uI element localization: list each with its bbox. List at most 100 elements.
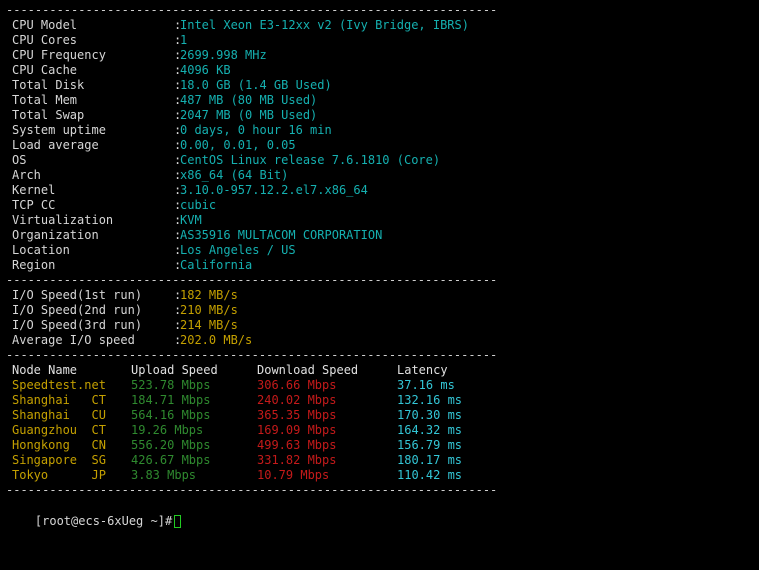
io-row: I/O Speed(2nd run):210 MB/s <box>6 303 756 318</box>
info-label: Organization <box>12 228 99 242</box>
info-value: 2047 MB (0 MB Used) <box>180 108 318 122</box>
latency: 110.42 ms <box>397 468 463 482</box>
info-value: 487 MB (80 MB Used) <box>180 93 318 107</box>
upload-speed: 523.78 Mbps <box>131 378 211 392</box>
info-row: Region: California <box>6 258 756 273</box>
info-value: 2699.998 MHz <box>180 48 267 62</box>
info-row: Organization: AS35916 MULTACOM CORPORATIO… <box>6 228 756 243</box>
info-label: Virtualization <box>12 213 114 227</box>
info-row: OS: CentOS Linux release 7.6.1810 (Core) <box>6 153 756 168</box>
info-row: CPU Frequency:2699.998 MHz <box>6 48 756 63</box>
table-row: Speedtest.net 523.78 Mbps 306.66 Mbps 37.16… <box>6 378 756 393</box>
info-value: AS35916 MULTACOM CORPORATION <box>180 228 383 242</box>
info-value: Los Angeles / US <box>180 243 296 257</box>
download-speed: 365.35 Mbps <box>257 408 337 422</box>
info-value: KVM <box>180 213 202 227</box>
upload-speed: 19.26 Mbps <box>131 423 204 437</box>
info-label: CPU Frequency <box>12 48 106 62</box>
io-row: I/O Speed(1st run):182 MB/s <box>6 288 756 303</box>
header-latency: Latency <box>397 363 448 377</box>
header-download-speed: Download Speed <box>257 363 359 377</box>
system-info-section: CPU Model: Intel Xeon E3-12xx v2 (Ivy Bri… <box>6 18 756 273</box>
cursor-icon <box>174 515 182 528</box>
shell-prompt-line[interactable]: [root@ecs-6xUeg ~]# <box>6 499 756 528</box>
download-speed: 240.02 Mbps <box>257 393 337 407</box>
separator-line: ----------------------------------------… <box>6 483 496 497</box>
table-row: Singapore SG 426.67 Mbps 331.82 Mbps 180.17… <box>6 453 756 468</box>
info-row: CPU Cores:1 <box>6 33 756 48</box>
info-label: System uptime <box>12 123 106 137</box>
table-row: Shanghai CT 184.71 Mbps 240.02 Mbps 132.16 … <box>6 393 756 408</box>
terminal-window[interactable]: ----------------------------------------… <box>6 3 756 528</box>
upload-speed: 184.71 Mbps <box>131 393 211 407</box>
io-label: Average I/O speed <box>12 333 135 347</box>
separator-line: ----------------------------------------… <box>6 3 496 17</box>
latency: 170.30 ms <box>397 408 463 422</box>
node-name: Speedtest.net <box>12 378 106 392</box>
download-speed: 169.09 Mbps <box>257 423 337 437</box>
io-value: 210 MB/s <box>180 303 238 317</box>
table-row: Tokyo JP 3.83 Mbps 10.79 Mbps 110.42 ms <box>6 468 756 483</box>
info-row: Kernel:3.10.0-957.12.2.el7.x86_64 <box>6 183 756 198</box>
upload-speed: 3.83 Mbps <box>131 468 197 482</box>
latency: 132.16 ms <box>397 393 463 407</box>
info-value: 4096 KB <box>180 63 231 77</box>
info-label: Kernel <box>12 183 56 197</box>
io-value: 214 MB/s <box>180 318 238 332</box>
header-upload-speed: Upload Speed <box>131 363 218 377</box>
table-row: Shanghai CU 564.16 Mbps 365.35 Mbps 170.30 … <box>6 408 756 423</box>
info-label: TCP CC <box>12 198 56 212</box>
io-label: I/O Speed(2nd run) <box>12 303 143 317</box>
info-row: CPU Model: Intel Xeon E3-12xx v2 (Ivy Bri… <box>6 18 756 33</box>
info-value: 0 days, 0 hour 16 min <box>180 123 332 137</box>
info-label: Total Mem <box>12 93 78 107</box>
info-value: 3.10.0-957.12.2.el7.x86_64 <box>180 183 368 197</box>
node-name: Guangzhou CT <box>12 423 106 437</box>
download-speed: 10.79 Mbps <box>257 468 330 482</box>
io-row: Average I/O speed:202.0 MB/s <box>6 333 756 348</box>
separator-line: ----------------------------------------… <box>6 273 496 287</box>
upload-speed: 426.67 Mbps <box>131 453 211 467</box>
node-name: Tokyo JP <box>12 468 106 482</box>
info-label: CPU Cache <box>12 63 78 77</box>
download-speed: 499.63 Mbps <box>257 438 337 452</box>
info-value: x86_64 (64 Bit) <box>180 168 289 182</box>
info-row: TCP CC: cubic <box>6 198 756 213</box>
info-label: Region <box>12 258 56 272</box>
upload-speed: 564.16 Mbps <box>131 408 211 422</box>
io-label: I/O Speed(3rd run) <box>12 318 143 332</box>
info-label: OS <box>12 153 27 167</box>
latency: 37.16 ms <box>397 378 455 392</box>
io-value: 202.0 MB/s <box>180 333 253 347</box>
info-label: Arch <box>12 168 41 182</box>
info-value: 0.00, 0.01, 0.05 <box>180 138 296 152</box>
info-label: Location <box>12 243 70 257</box>
info-label: Load average <box>12 138 99 152</box>
info-row: Arch: x86_64 (64 Bit) <box>6 168 756 183</box>
latency: 164.32 ms <box>397 423 463 437</box>
io-value: 182 MB/s <box>180 288 238 302</box>
download-speed: 306.66 Mbps <box>257 378 337 392</box>
header-node-name: Node Name <box>12 363 78 377</box>
info-row: Location: Los Angeles / US <box>6 243 756 258</box>
info-row: Load average:0.00, 0.01, 0.05 <box>6 138 756 153</box>
io-speed-section: I/O Speed(1st run):182 MB/s I/O Speed(2nd… <box>6 288 756 348</box>
download-speed: 331.82 Mbps <box>257 453 337 467</box>
info-row: Total Disk:18.0 GB (1.4 GB Used) <box>6 78 756 93</box>
node-name: Shanghai CT <box>12 393 106 407</box>
info-value: cubic <box>180 198 217 212</box>
info-row: CPU Cache:4096 KB <box>6 63 756 78</box>
info-row: Total Mem:487 MB (80 MB Used) <box>6 93 756 108</box>
info-row: Virtualization: KVM <box>6 213 756 228</box>
latency: 156.79 ms <box>397 438 463 452</box>
io-label: I/O Speed(1st run) <box>12 288 143 302</box>
info-value: CentOS Linux release 7.6.1810 (Core) <box>180 153 441 167</box>
speedtest-header-row: Node Name Upload Speed Download Speed La… <box>6 363 756 378</box>
upload-speed: 556.20 Mbps <box>131 438 211 452</box>
info-row: Total Swap:2047 MB (0 MB Used) <box>6 108 756 123</box>
shell-prompt: [root@ecs-6xUeg ~]# <box>34 514 173 528</box>
io-row: I/O Speed(3rd run):214 MB/s <box>6 318 756 333</box>
info-label: Total Disk <box>12 78 85 92</box>
table-row: Guangzhou CT 19.26 Mbps 169.09 Mbps 164.32 … <box>6 423 756 438</box>
info-label: CPU Model <box>12 18 78 32</box>
